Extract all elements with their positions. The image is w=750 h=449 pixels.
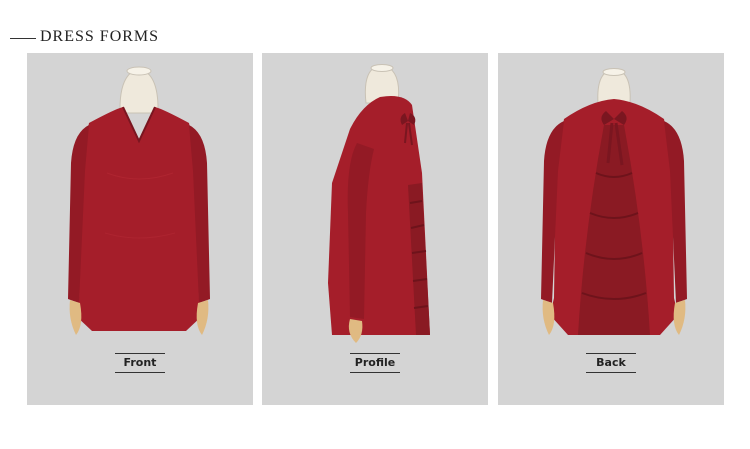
back-view-panel: Back xyxy=(498,53,724,405)
profile-label: Profile xyxy=(350,353,400,373)
front-view-panel: Front xyxy=(27,53,253,405)
profile-view-panel: Profile xyxy=(262,53,488,405)
section-title: DRESS FORMS xyxy=(40,28,160,45)
header-divider xyxy=(10,38,36,39)
front-label: Front xyxy=(115,353,165,373)
back-label: Back xyxy=(586,353,636,373)
